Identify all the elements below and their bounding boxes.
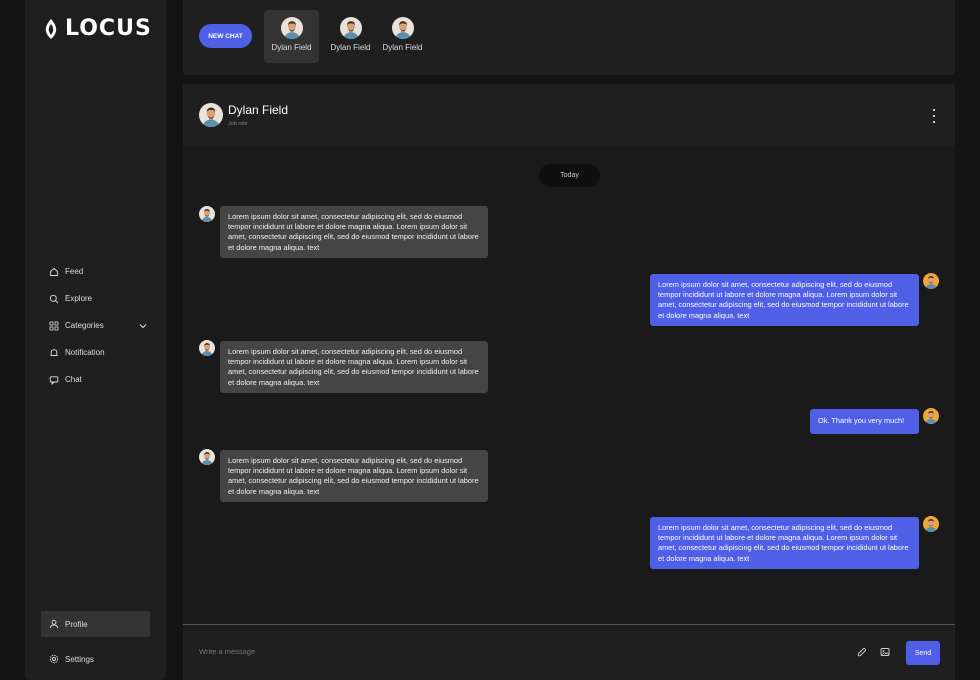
- sidebar-item-profile[interactable]: Profile: [41, 611, 150, 637]
- avatar: [923, 273, 939, 289]
- outgoing-message: Lorem ipsum dolor sit amet, consectetur …: [650, 517, 919, 569]
- contacts-bar: NEW CHAT Dylan Field Dylan Field Dylan F…: [183, 0, 955, 75]
- paperclip-icon[interactable]: [857, 647, 867, 658]
- avatar[interactable]: [199, 103, 223, 127]
- brand-logo[interactable]: LOCUS: [43, 16, 152, 41]
- sidebar-item-label: Feed: [65, 267, 84, 276]
- locus-logo-icon: [45, 18, 57, 39]
- contact-item[interactable]: Dylan Field: [264, 10, 319, 63]
- sidebar-item-label: Profile: [65, 619, 88, 629]
- avatar: [923, 408, 939, 424]
- chat-header: Dylan Field Job role: [183, 84, 955, 146]
- message-input[interactable]: [199, 647, 699, 656]
- image-icon[interactable]: [880, 647, 890, 657]
- incoming-message: Lorem ipsum dolor sit amet, consectetur …: [220, 206, 488, 258]
- contact-name: Dylan Field: [271, 43, 312, 52]
- sidebar-item-label: Categories: [65, 321, 104, 330]
- contact-item[interactable]: Dylan Field: [375, 10, 430, 63]
- chat-panel: Dylan Field Job role Today Lorem ipsum d…: [183, 84, 955, 680]
- more-options-icon[interactable]: [930, 109, 938, 123]
- sidebar-item-settings[interactable]: Settings: [41, 646, 150, 672]
- sidebar-nav: Feed Explore Categories Notification Cha…: [41, 258, 151, 393]
- brand-name: LOCUS: [65, 16, 152, 41]
- sidebar-item-chat[interactable]: Chat: [41, 366, 151, 393]
- user-icon: [50, 619, 58, 629]
- grid-icon: [49, 321, 59, 330]
- avatar: [340, 17, 362, 39]
- avatar: [199, 449, 215, 465]
- avatar: [281, 17, 303, 39]
- contact-item[interactable]: Dylan Field: [323, 10, 378, 63]
- gear-icon: [49, 654, 59, 664]
- date-divider: Today: [539, 164, 600, 187]
- search-icon: [49, 294, 59, 303]
- home-icon: [50, 267, 58, 276]
- avatar: [923, 516, 939, 532]
- new-chat-button[interactable]: NEW CHAT: [199, 24, 252, 48]
- chat-contact-role: Job role: [228, 121, 248, 127]
- outgoing-message: Lorem ipsum dolor sit amet, consectetur …: [650, 274, 919, 326]
- chevron-down-icon[interactable]: [139, 323, 147, 329]
- sidebar-item-feed[interactable]: Feed: [41, 258, 151, 285]
- sidebar-item-label: Notification: [65, 348, 105, 357]
- incoming-message: Lorem ipsum dolor sit amet, consectetur …: [220, 450, 488, 502]
- avatar: [199, 206, 215, 222]
- sidebar: LOCUS Feed Explore Categories Notificati…: [25, 0, 166, 680]
- avatar: [199, 340, 215, 356]
- outgoing-message: Ok. Thank you very much!: [810, 409, 919, 434]
- sidebar-item-label: Settings: [65, 654, 94, 664]
- sidebar-item-categories[interactable]: Categories: [41, 312, 151, 339]
- incoming-message: Lorem ipsum dolor sit amet, consectetur …: [220, 341, 488, 393]
- message-composer: Send: [183, 624, 955, 680]
- sidebar-item-explore[interactable]: Explore: [41, 285, 151, 312]
- bell-icon: [50, 348, 58, 356]
- sidebar-item-notification[interactable]: Notification: [41, 339, 151, 366]
- sidebar-item-label: Chat: [65, 375, 82, 384]
- contact-name: Dylan Field: [330, 43, 371, 52]
- avatar: [392, 17, 414, 39]
- sidebar-item-label: Explore: [65, 294, 93, 303]
- contact-name: Dylan Field: [382, 43, 423, 52]
- send-button[interactable]: Send: [906, 641, 940, 665]
- chat-icon: [49, 375, 59, 385]
- chat-contact-name: Dylan Field: [228, 103, 289, 117]
